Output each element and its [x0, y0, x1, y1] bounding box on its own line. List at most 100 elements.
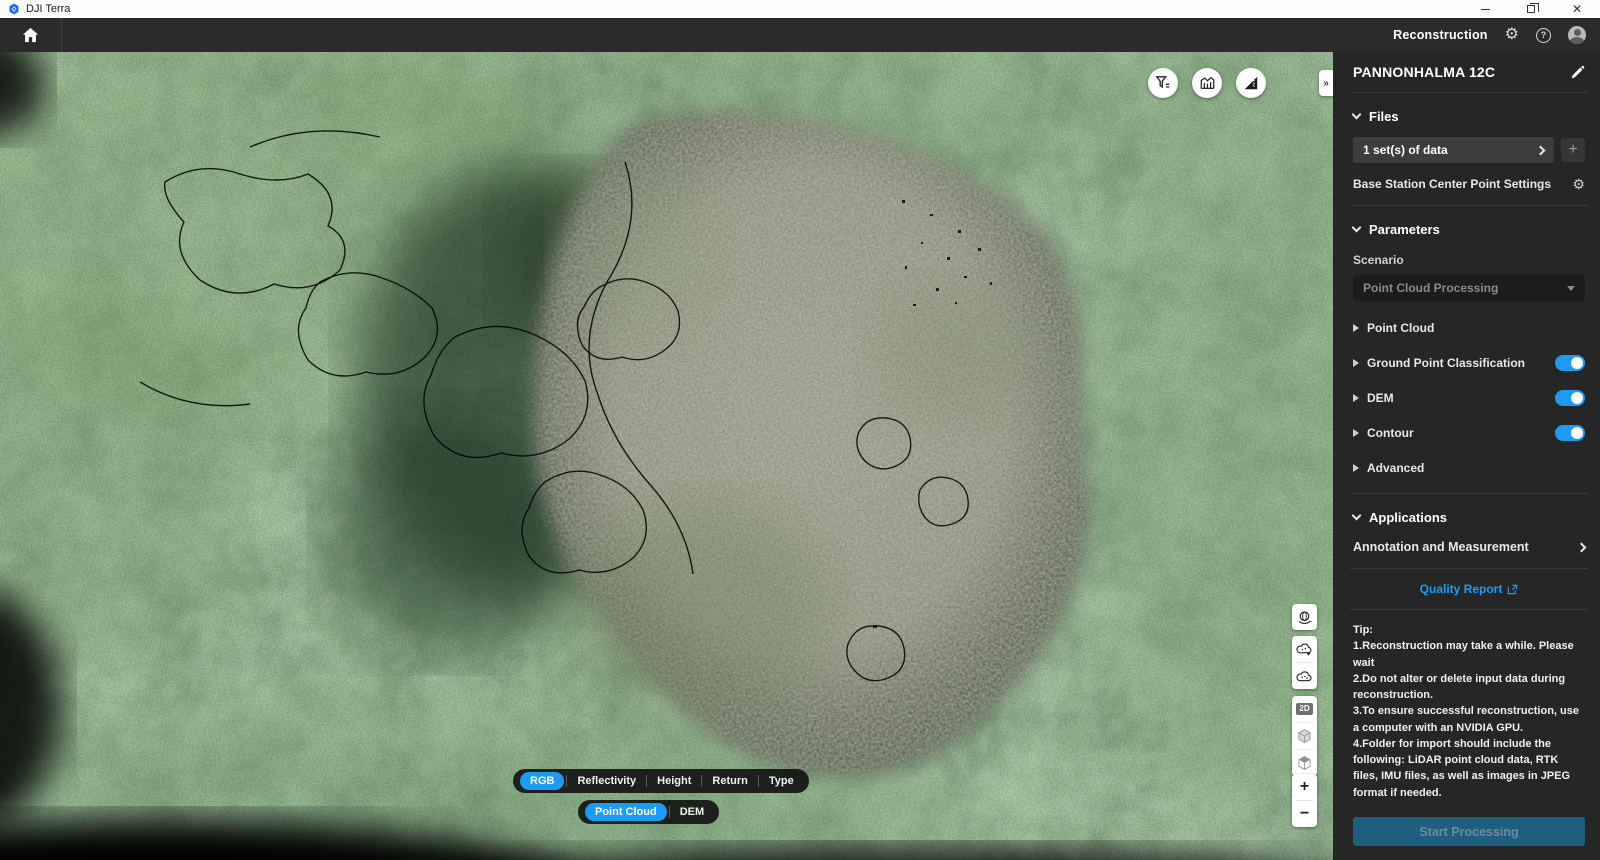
- minimize-button[interactable]: [1462, 0, 1508, 18]
- ground-point-classification-toggle[interactable]: [1555, 355, 1585, 371]
- cloud-points-icon: [1296, 670, 1312, 681]
- chevron-down-icon: [1351, 510, 1362, 520]
- triangle-right-icon: [1353, 324, 1359, 332]
- orbit-3d-icon: [1298, 610, 1312, 624]
- base-station-label: Base Station Center Point Settings: [1353, 177, 1552, 191]
- collapse-sidebar-tab[interactable]: »: [1319, 70, 1333, 96]
- mode-label: Reconstruction: [1393, 28, 1488, 42]
- add-data-button[interactable]: +: [1561, 138, 1585, 162]
- chevron-right-icon: [1535, 145, 1546, 155]
- param-label: DEM: [1367, 391, 1394, 405]
- files-section-header[interactable]: Files: [1351, 107, 1585, 125]
- scenario-dropdown[interactable]: Point Cloud Processing: [1353, 275, 1585, 301]
- param-advanced[interactable]: Advanced: [1353, 460, 1585, 476]
- scenario-label: Scenario: [1353, 253, 1404, 267]
- orbit-view-button[interactable]: [1292, 604, 1317, 630]
- quality-report-label: Quality Report: [1419, 582, 1503, 596]
- zoom-out-button[interactable]: −: [1292, 801, 1317, 827]
- filter-button[interactable]: [1148, 68, 1178, 98]
- param-dem[interactable]: DEM: [1353, 390, 1585, 406]
- tab-point-cloud[interactable]: Point Cloud: [585, 803, 667, 821]
- minimize-icon: [1480, 8, 1490, 10]
- home-icon: [22, 27, 39, 43]
- mode-type[interactable]: Type: [759, 775, 804, 787]
- user-avatar[interactable]: [1568, 26, 1586, 44]
- restore-icon: [1527, 3, 1539, 13]
- divider: [1350, 493, 1588, 494]
- caret-down-icon: [1567, 285, 1575, 291]
- maximize-button[interactable]: [1508, 0, 1554, 18]
- cube-outline-icon: [1298, 729, 1311, 743]
- parameters-header-label: Parameters: [1369, 221, 1440, 237]
- histogram-icon: [1200, 76, 1214, 89]
- cloud-plus-icon: [1296, 643, 1312, 655]
- view-mode-group: 2D: [1292, 696, 1317, 776]
- plus-icon: +: [1299, 778, 1310, 795]
- scenario-value: Point Cloud Processing: [1363, 281, 1499, 295]
- tip-line: 2.Do not alter or delete input data duri…: [1353, 672, 1566, 702]
- help-icon[interactable]: ?: [1536, 27, 1551, 43]
- base-station-settings-gear-icon[interactable]: ⚙: [1572, 177, 1585, 191]
- tip-title: Tip:: [1353, 624, 1373, 636]
- applications-header-label: Applications: [1369, 509, 1448, 525]
- tip-block: Tip: 1.Reconstruction may take a while. …: [1353, 622, 1585, 801]
- display-mode-bar: RGB Reflectivity Height Return Type: [513, 769, 809, 793]
- dataset-label: 1 set(s) of data: [1363, 143, 1448, 157]
- contour-toggle[interactable]: [1555, 425, 1585, 441]
- filter-funnel-icon: [1155, 76, 1170, 89]
- start-processing-button[interactable]: Start Processing: [1353, 817, 1585, 846]
- home-button[interactable]: [0, 18, 62, 52]
- edit-pencil-icon[interactable]: [1570, 65, 1585, 80]
- point-cloud-viewport[interactable]: » 2D + − RGB Reflectivity Height Return …: [0, 52, 1333, 860]
- dataset-button[interactable]: 1 set(s) of data: [1353, 137, 1554, 163]
- zoom-control-group: + −: [1292, 774, 1317, 827]
- 2d-badge-icon: 2D: [1296, 703, 1313, 715]
- applications-section-header[interactable]: Applications: [1351, 508, 1585, 526]
- mode-rgb[interactable]: RGB: [520, 772, 565, 790]
- annotation-measurement-item[interactable]: Annotation and Measurement: [1353, 540, 1587, 554]
- chevron-down-icon: [1351, 222, 1362, 232]
- divider: [1350, 568, 1588, 569]
- mode-height[interactable]: Height: [647, 775, 701, 787]
- divider: [1350, 609, 1588, 610]
- minus-icon: −: [1299, 805, 1310, 822]
- add-point-cloud-button[interactable]: [1292, 636, 1317, 662]
- tip-line: 3.To ensure successful reconstruction, u…: [1353, 705, 1579, 734]
- param-ground-point-classification[interactable]: Ground Point Classification: [1353, 355, 1585, 371]
- param-label: Contour: [1367, 426, 1414, 440]
- view-2d-button[interactable]: 2D: [1292, 696, 1317, 722]
- settings-gear-icon[interactable]: ⚙: [1505, 27, 1519, 43]
- top-navbar: Reconstruction ⚙ ?: [0, 18, 1600, 52]
- dem-toggle[interactable]: [1555, 390, 1585, 406]
- triangle-right-icon: [1353, 429, 1359, 437]
- param-label: Point Cloud: [1367, 321, 1435, 335]
- orbit-tool-group: [1292, 604, 1317, 630]
- app-title: DJI Terra: [26, 3, 71, 15]
- layer-tab-bar: Point Cloud DEM: [578, 800, 720, 824]
- zoom-in-button[interactable]: +: [1292, 774, 1317, 800]
- divider: [1350, 205, 1588, 206]
- external-link-icon: [1508, 584, 1518, 594]
- reconstruction-sidebar: PANNONHALMA 12C Files 1 set(s) of data +…: [1333, 52, 1600, 860]
- close-button[interactable]: ✕: [1554, 0, 1600, 18]
- param-label: Ground Point Classification: [1367, 356, 1526, 370]
- cloud-tool-group: [1292, 636, 1317, 689]
- tab-dem[interactable]: DEM: [670, 806, 714, 818]
- annotation-measurement-label: Annotation and Measurement: [1353, 540, 1529, 554]
- histogram-button[interactable]: [1192, 68, 1222, 98]
- mode-return[interactable]: Return: [702, 775, 757, 787]
- dji-terra-logo-icon: [9, 3, 19, 15]
- cube-top-icon: [1298, 756, 1311, 770]
- quality-report-link[interactable]: Quality Report: [1353, 582, 1585, 596]
- triangle-right-icon: [1353, 394, 1359, 402]
- measure-button[interactable]: [1236, 68, 1266, 98]
- param-contour[interactable]: Contour: [1353, 425, 1585, 441]
- triangle-right-icon: [1353, 464, 1359, 472]
- param-label: Advanced: [1367, 461, 1425, 475]
- mode-reflectivity[interactable]: Reflectivity: [567, 775, 646, 787]
- param-point-cloud[interactable]: Point Cloud: [1353, 320, 1585, 336]
- view-3d-button[interactable]: [1292, 723, 1317, 749]
- view-perspective-button[interactable]: [1292, 750, 1317, 776]
- point-cloud-display-button[interactable]: [1292, 663, 1317, 689]
- parameters-section-header[interactable]: Parameters: [1351, 220, 1585, 238]
